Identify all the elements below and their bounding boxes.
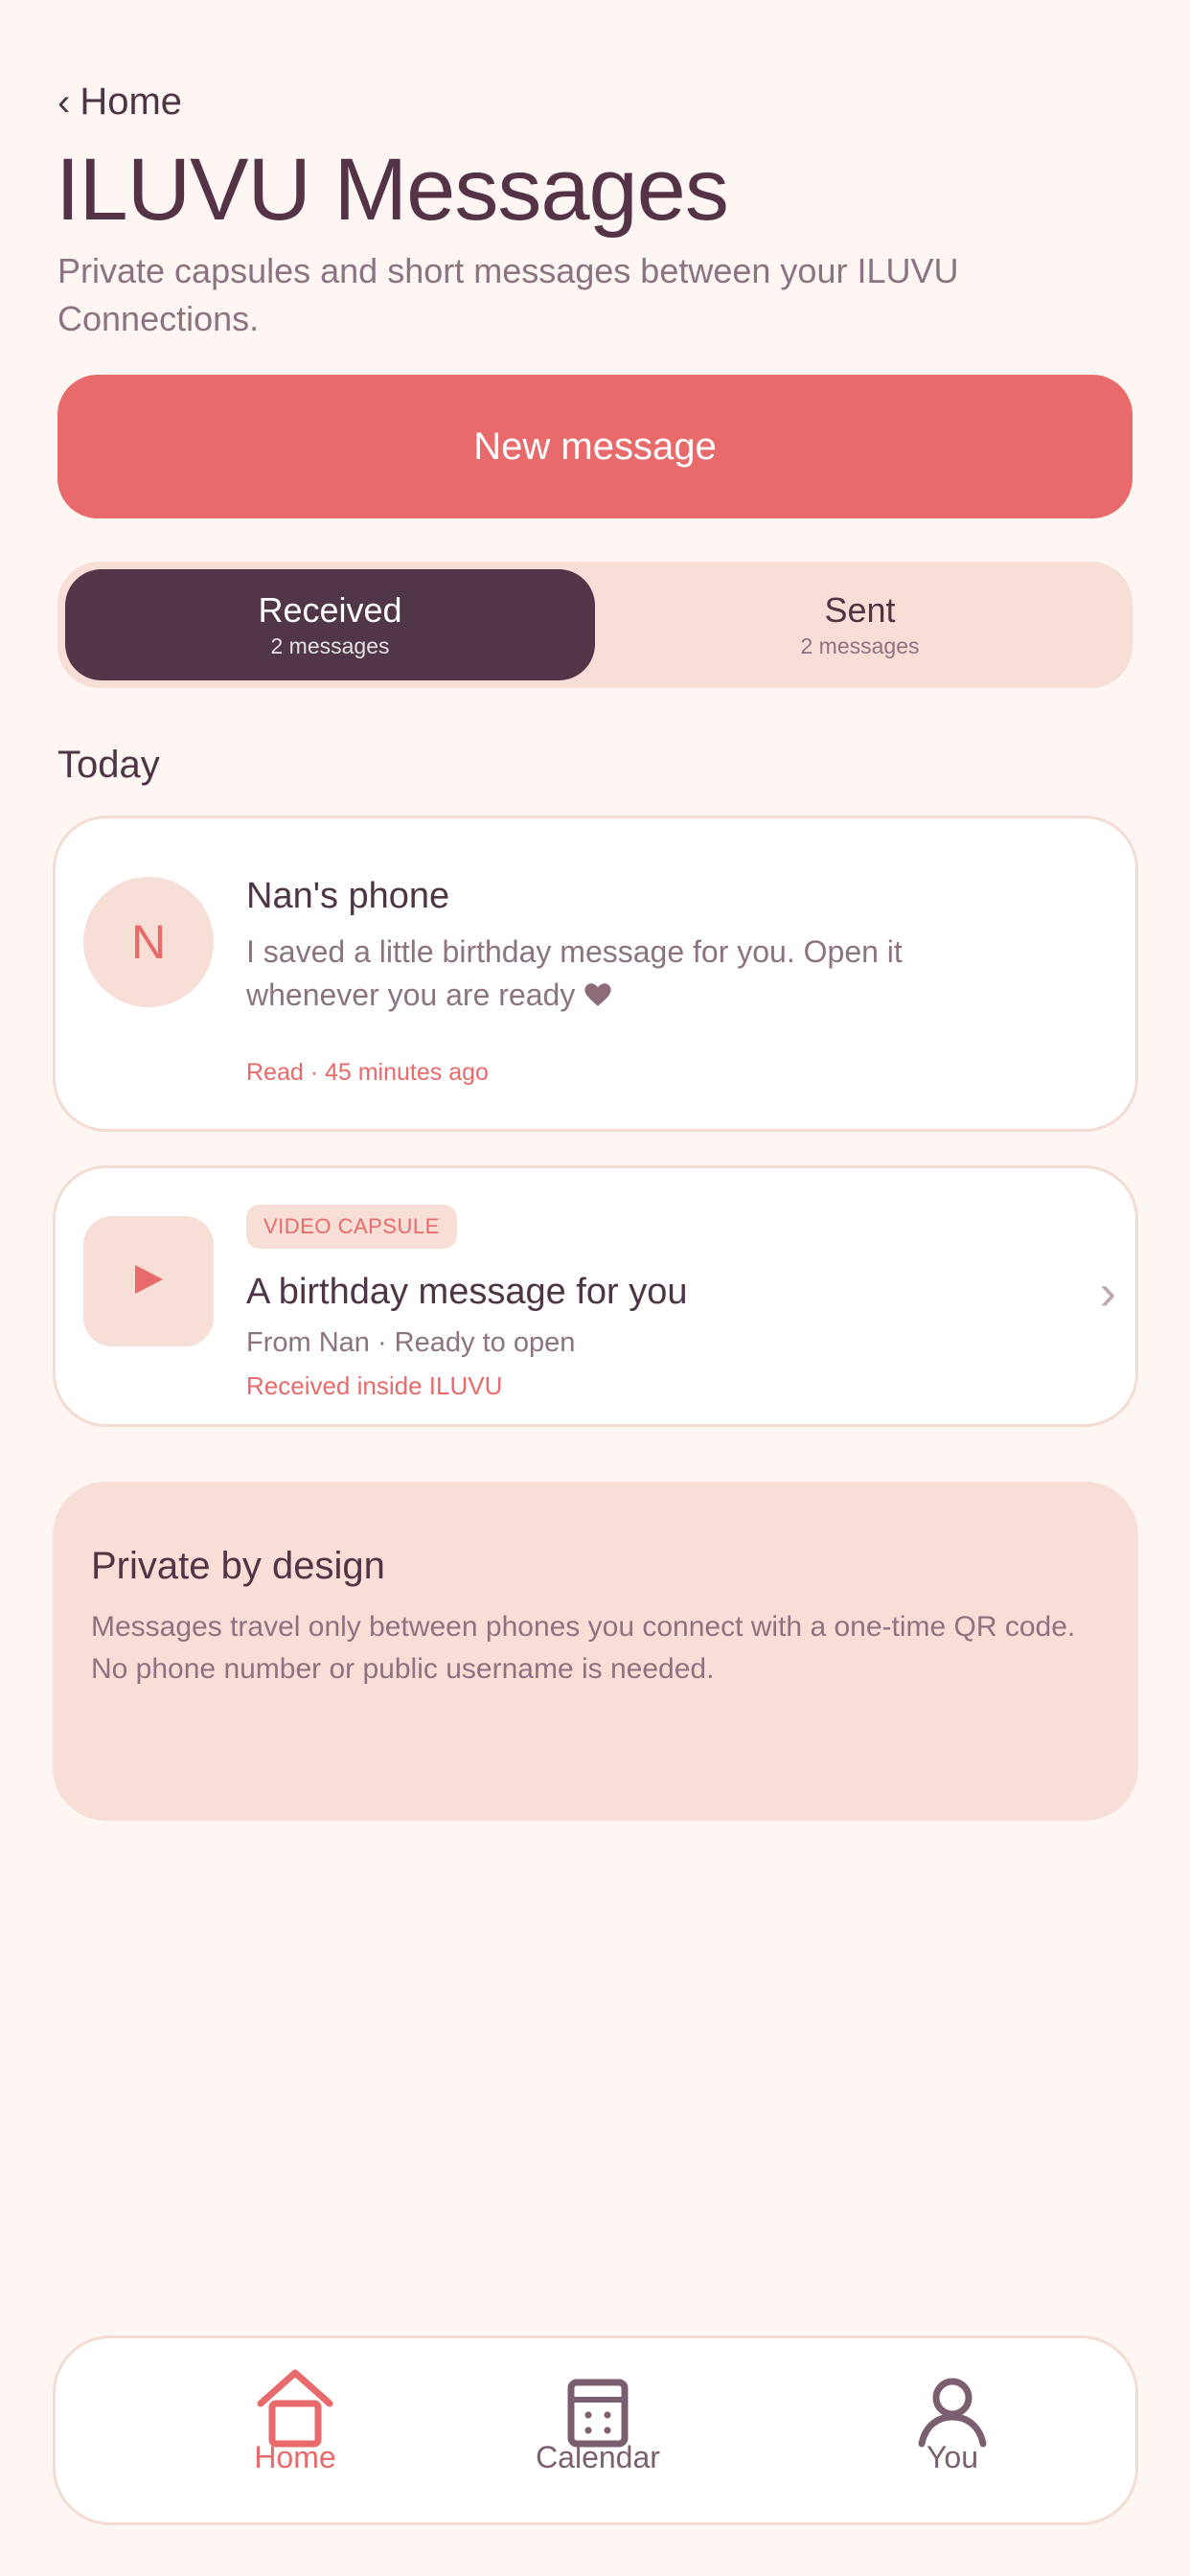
privacy-info-card: Private by design Messages travel only b… [53,1482,1138,1821]
tab-sent-count: 2 messages [800,633,920,658]
message-sender: Nan's phone [246,876,450,916]
new-message-button[interactable]: New message [57,375,1133,518]
tab-you[interactable]: You [828,2367,1077,2501]
privacy-heading: Private by design [91,1545,385,1587]
message-preview: I saved a little birthday message for yo… [246,931,936,1017]
tab-received-label: Received [258,590,402,630]
message-status: Read · 45 minutes ago [246,1059,489,1086]
tab-home[interactable]: Home [171,2367,420,2501]
chevron-left-icon: ‹ [57,80,71,124]
message-filter-segmented-control: Received 2 messages Sent 2 messages [57,562,1133,688]
back-label: Home [80,80,183,123]
tab-calendar-label: Calendar [536,2440,660,2474]
tab-received-count: 2 messages [270,633,390,658]
capsule-received-note: Received inside ILUVU [246,1371,503,1400]
tab-you-label: You [927,2440,978,2474]
page-subtitle: Private capsules and short messages betw… [57,251,959,338]
tab-home-label: Home [254,2440,336,2474]
capsule-thumbnail [83,1216,214,1346]
capsule-sender-status: From Nan · Ready to open [246,1327,576,1358]
tab-calendar[interactable]: Calendar [473,2367,722,2501]
capsule-title: A birthday message for you [246,1272,688,1312]
capsule-type-badge: VIDEO CAPSULE [246,1205,457,1249]
video-capsule-card[interactable]: VIDEO CAPSULE A birthday message for you… [53,1165,1138,1427]
heart-icon [584,978,612,1012]
back-link[interactable]: ‹ Home [57,80,182,124]
chevron-right-icon: › [1099,1265,1116,1321]
user-icon [916,2367,989,2448]
section-title-today: Today [57,744,160,786]
home-icon [255,2367,335,2448]
calendar-icon [567,2367,629,2448]
tab-sent-label: Sent [824,590,896,630]
message-card[interactable]: N Nan's phone I saved a little birthday … [53,816,1138,1132]
play-icon [131,1262,166,1301]
tab-sent[interactable]: Sent 2 messages [595,569,1125,680]
avatar: N [83,877,214,1007]
privacy-body: Messages travel only between phones you … [91,1611,1076,1685]
tab-received[interactable]: Received 2 messages [65,569,595,680]
page-title: ILUVU Messages [56,141,729,239]
message-text: I saved a little birthday message for yo… [246,934,903,1012]
bottom-tab-bar: Home Calendar You [53,2335,1138,2525]
